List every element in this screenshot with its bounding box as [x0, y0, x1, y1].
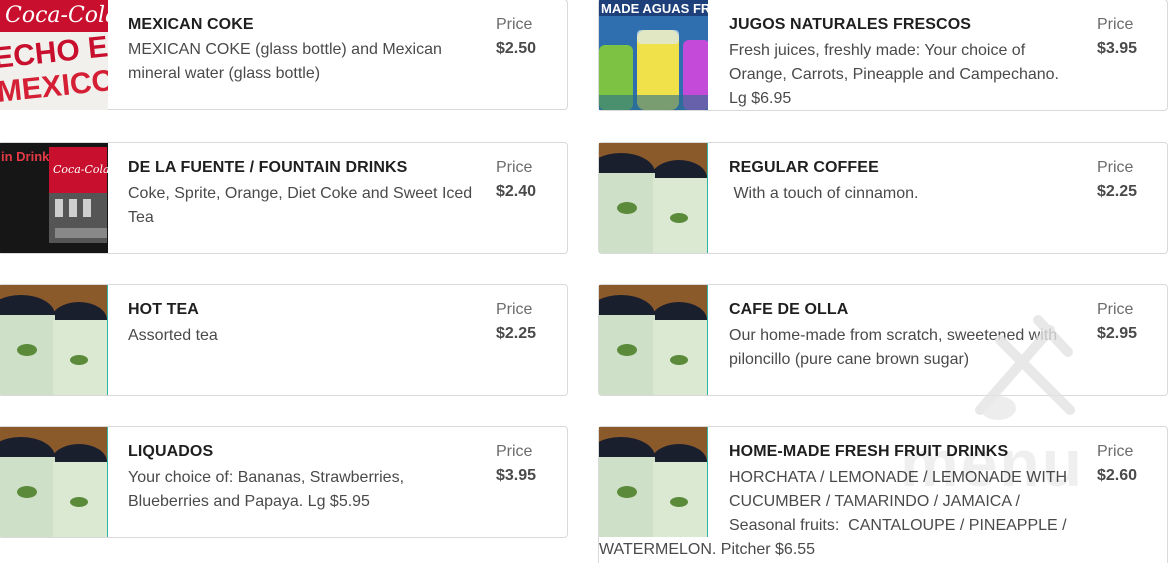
fountain-machine-image: in Drinks Coca-Cola: [0, 143, 108, 253]
item-description-tail: WATERMELON. Pitcher $6.55: [599, 541, 816, 558]
menu-item-card[interactable]: Coca-Cola ECHO E MEXICO MEXICAN COKE MEX…: [0, 0, 568, 110]
menu-item-card[interactable]: MADE AGUAS FRE JUGOS NATURALES FRESCOS F…: [598, 0, 1168, 111]
clay-mugs-image: [599, 143, 708, 253]
price-label: Price: [496, 443, 533, 460]
clay-mugs-image: [0, 285, 108, 395]
item-name: MEXICAN COKE: [128, 16, 254, 33]
item-description: Our home-made from scratch, sweetened wi…: [729, 327, 1058, 368]
thumb-text: MADE AGUAS FRE: [601, 1, 708, 16]
price-label: Price: [1097, 301, 1134, 318]
item-name: LIQUADOS: [128, 443, 214, 460]
item-name: JUGOS NATURALES FRESCOS: [729, 16, 972, 33]
item-name: HOT TEA: [128, 301, 199, 318]
item-description: MEXICAN COKE (glass bottle) and Mexican …: [128, 41, 442, 82]
menu-item-card[interactable]: CAFE DE OLLA Our home-made from scratch,…: [598, 284, 1168, 396]
item-price: $2.95: [1097, 325, 1138, 342]
menu-item-card[interactable]: HOT TEA Assorted tea Price $2.25: [0, 284, 568, 396]
item-description: Coke, Sprite, Orange, Diet Coke and Swee…: [128, 185, 473, 226]
price-label: Price: [1097, 159, 1134, 176]
thumb-text: Coca-Cola: [53, 163, 108, 176]
item-description: Your choice of: Bananas, Strawberries, B…: [128, 469, 405, 510]
item-price: $2.25: [496, 325, 537, 342]
thumb-text: Coca-Cola: [5, 3, 108, 28]
aguas-frescas-jars-image: MADE AGUAS FRE: [599, 0, 708, 110]
price-label: Price: [496, 301, 533, 318]
item-price: $3.95: [496, 467, 537, 484]
price-label: Price: [496, 16, 533, 33]
clay-mugs-image: [599, 285, 708, 395]
price-label: Price: [1097, 443, 1134, 460]
item-price: $2.25: [1097, 183, 1138, 200]
item-name: REGULAR COFFEE: [729, 159, 879, 176]
clay-mugs-image: [0, 427, 108, 537]
item-name: CAFE DE OLLA: [729, 301, 849, 318]
item-name: HOME-MADE FRESH FRUIT DRINKS: [729, 443, 1009, 460]
item-price: $2.60: [1097, 467, 1138, 484]
item-name: DE LA FUENTE / FOUNTAIN DRINKS: [128, 159, 408, 176]
clay-mugs-image: [599, 427, 708, 537]
item-price: $2.50: [496, 40, 537, 57]
item-description: With a touch of cinnamon.: [729, 185, 919, 202]
item-description: Fresh juices, freshly made: Your choice …: [729, 42, 1059, 107]
item-price: $3.95: [1097, 40, 1138, 57]
thumb-text: in Drinks: [1, 149, 57, 164]
menu-item-card[interactable]: HOME-MADE FRESH FRUIT DRINKS HORCHATA / …: [598, 426, 1168, 563]
menu-item-card[interactable]: in Drinks Coca-Cola DE LA FUENTE / FOUNT…: [0, 142, 568, 254]
menu-item-card[interactable]: LIQUADOS Your choice of: Bananas, Strawb…: [0, 426, 568, 538]
price-label: Price: [496, 159, 533, 176]
item-price: $2.40: [496, 183, 537, 200]
item-description: HORCHATA / LEMONADE / LEMONADE WITH CUCU…: [729, 469, 1072, 534]
menu-item-card[interactable]: REGULAR COFFEE With a touch of cinnamon.…: [598, 142, 1168, 254]
coca-cola-mexico-image: Coca-Cola ECHO E MEXICO: [0, 0, 108, 110]
price-label: Price: [1097, 16, 1134, 33]
item-description: Assorted tea: [128, 327, 218, 344]
